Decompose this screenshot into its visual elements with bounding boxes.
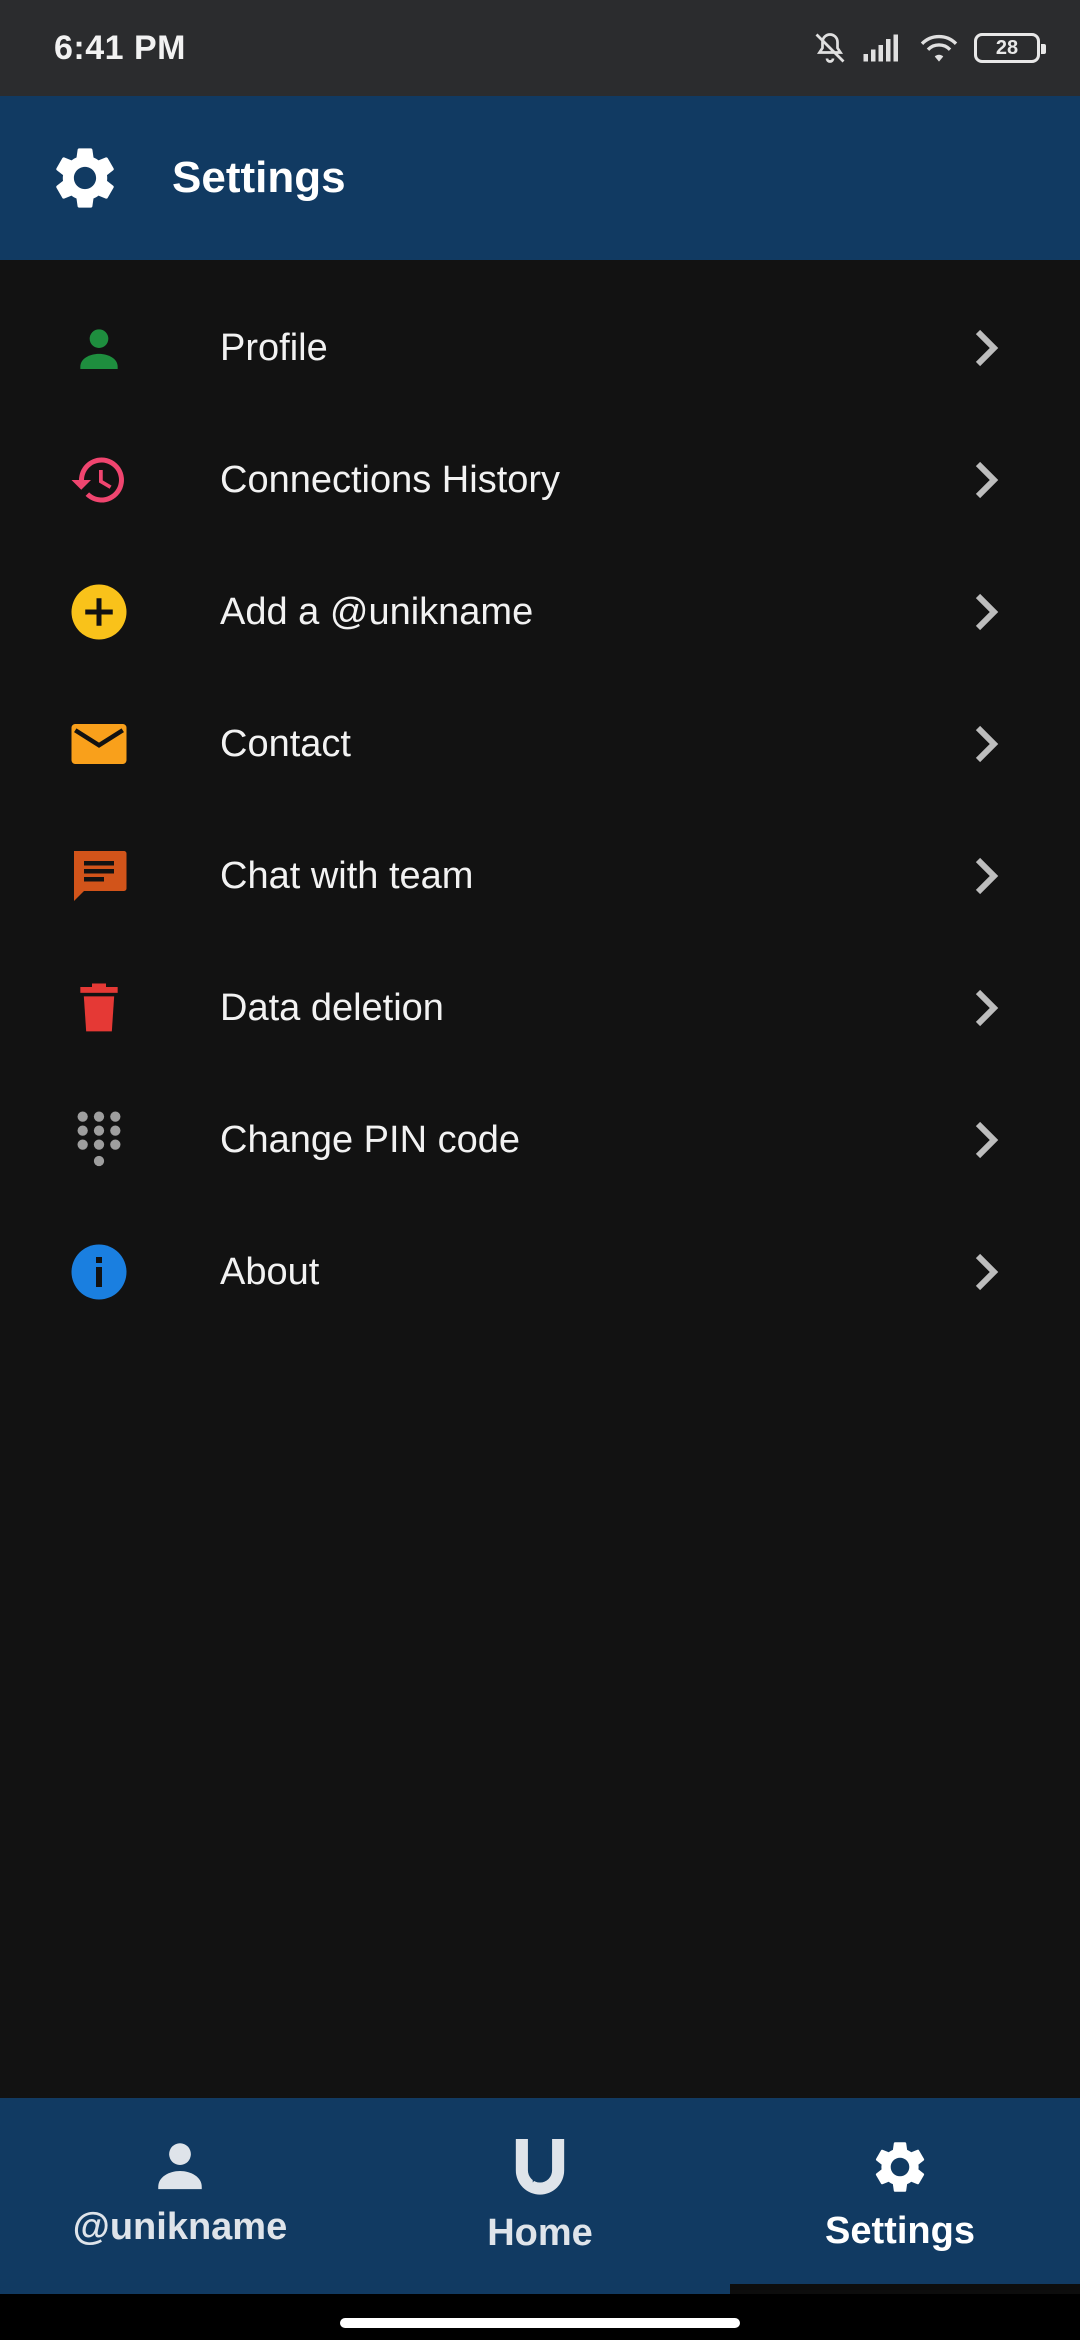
chevron-right-icon [975,989,999,1027]
add-circle-icon [68,581,130,643]
menu-item-change-pin[interactable]: Change PIN code [0,1074,1080,1206]
info-icon [68,1241,130,1303]
nav-tab-settings[interactable]: Settings [720,2098,1080,2294]
mail-icon [68,713,130,775]
page-title: Settings [172,153,346,202]
status-time: 6:41 PM [54,28,186,67]
menu-item-contact[interactable]: Contact [0,678,1080,810]
nav-tab-home[interactable]: Home [360,2098,720,2294]
chevron-right-icon [975,593,999,631]
nav-label: Home [487,2212,593,2254]
nav-label: Settings [825,2210,975,2252]
menu-item-profile[interactable]: Profile [0,282,1080,414]
menu-item-label: Change PIN code [220,1118,520,1161]
menu-item-connections-history[interactable]: Connections History [0,414,1080,546]
gear-icon [56,148,114,208]
history-icon [68,449,130,511]
menu-item-label: Chat with team [220,854,474,897]
menu-item-label: Data deletion [220,986,444,1029]
menu-item-label: Connections History [220,458,561,501]
battery-icon: 28 [974,33,1046,63]
bottom-navigation: @unikname Home Settings [0,2098,1080,2294]
menu-item-add-unikname[interactable]: Add a @unikname [0,546,1080,678]
trash-icon [68,977,130,1039]
chevron-right-icon [975,329,999,367]
chevron-right-icon [975,725,999,763]
status-icons: 28 [812,30,1046,66]
menu-item-chat-with-team[interactable]: Chat with team [0,810,1080,942]
wifi-icon [920,34,958,62]
person-icon [68,317,130,379]
menu-item-data-deletion[interactable]: Data deletion [0,942,1080,1074]
unikname-logo-icon [515,2139,565,2195]
bell-off-icon [815,33,845,63]
settings-list: Profile Connections History Add a @unikn… [0,282,1080,1338]
nav-label: @unikname [72,2206,288,2248]
home-gesture-handle[interactable] [340,2318,740,2328]
menu-item-label: Add a @unikname [220,590,534,633]
active-tab-indicator [730,2284,1080,2294]
menu-item-label: Contact [220,722,351,765]
menu-item-label: About [220,1250,320,1293]
settings-screen: 6:41 PM 28 Settings Profile Connections … [0,0,1080,2340]
chevron-right-icon [975,1253,999,1291]
gesture-bar [0,2294,1080,2340]
menu-item-label: Profile [220,326,328,369]
battery-level: 28 [995,36,1019,59]
status-bar: 6:41 PM 28 [0,0,1080,96]
signal-icon [863,34,898,62]
chat-icon [68,845,130,907]
gear-icon [875,2142,925,2192]
chevron-right-icon [975,1121,999,1159]
chevron-right-icon [975,461,999,499]
app-bar: Settings [0,96,1080,260]
person-icon [158,2143,202,2190]
nav-tab-unikname[interactable]: @unikname [0,2098,360,2294]
chevron-right-icon [975,857,999,895]
menu-item-about[interactable]: About [0,1206,1080,1338]
dialpad-icon [68,1109,130,1171]
